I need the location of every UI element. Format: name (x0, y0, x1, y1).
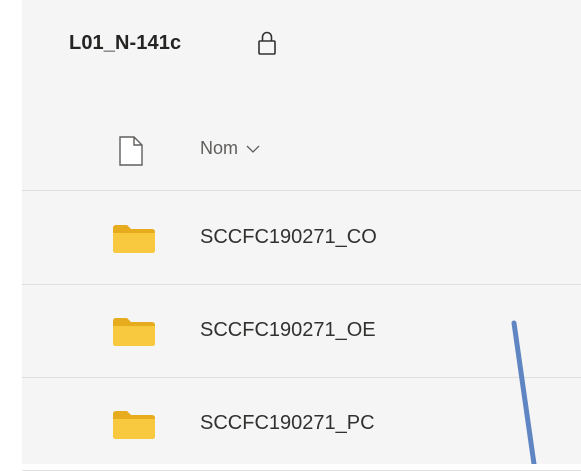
column-header-row: Nom (22, 100, 581, 191)
item-name[interactable]: SCCFC190271_OE (200, 319, 376, 342)
file-list-panel: L01_N-141c Nom SCCFC190271_CO SCCFC19027… (22, 0, 581, 471)
lock-icon (258, 31, 276, 55)
list-item[interactable]: SCCFC190271_OE (22, 285, 581, 378)
list-item[interactable]: SCCFC190271_PC (22, 378, 581, 471)
name-column-label: Nom (200, 138, 239, 158)
name-column-header[interactable]: Nom (200, 138, 260, 159)
chevron-down-icon (246, 145, 260, 153)
folder-icon (113, 225, 155, 253)
library-header: L01_N-141c (22, 0, 581, 100)
folder-icon (113, 411, 155, 439)
list-item[interactable]: SCCFC190271_CO (22, 192, 581, 285)
item-name[interactable]: SCCFC190271_CO (200, 226, 377, 249)
left-margin (0, 0, 22, 464)
folder-icon (113, 318, 155, 346)
library-title[interactable]: L01_N-141c (69, 32, 181, 55)
item-name[interactable]: SCCFC190271_PC (200, 412, 375, 435)
document-icon[interactable] (119, 136, 143, 166)
